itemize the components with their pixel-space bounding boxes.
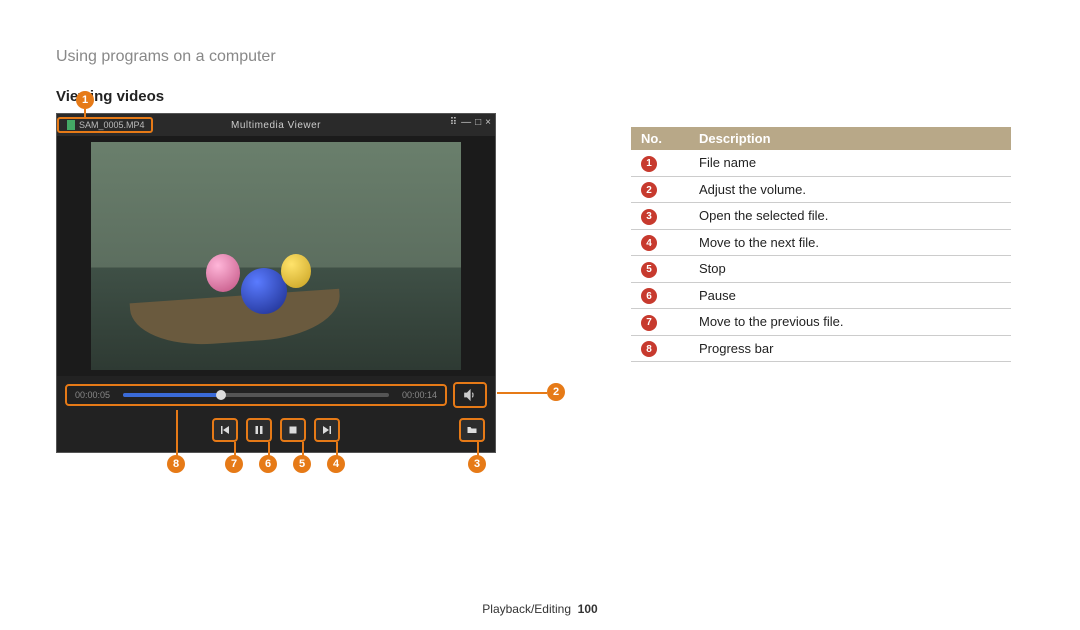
volume-button[interactable] xyxy=(453,382,487,408)
row-num: 8 xyxy=(641,341,657,357)
callout-1: 1 xyxy=(76,91,94,109)
leader xyxy=(302,442,304,456)
footer-section: Playback/Editing xyxy=(482,602,571,616)
row-num: 5 xyxy=(641,262,657,278)
pin-icon[interactable]: ⠿ xyxy=(450,117,457,128)
callout-2: 2 xyxy=(547,383,565,401)
row-num: 7 xyxy=(641,315,657,331)
row-num: 1 xyxy=(641,156,657,172)
file-name: SAM_0005.MP4 xyxy=(79,120,145,130)
pink-ball xyxy=(206,254,240,292)
row-desc: Progress bar xyxy=(689,335,1011,362)
prev-button[interactable] xyxy=(212,418,238,442)
callout-4: 4 xyxy=(327,455,345,473)
video-area xyxy=(57,136,495,376)
stop-button[interactable] xyxy=(280,418,306,442)
table-row: 1 File name xyxy=(631,150,1011,176)
open-file-button[interactable] xyxy=(459,418,485,442)
table-row: 8 Progress bar xyxy=(631,335,1011,362)
table-row: 4 Move to the next file. xyxy=(631,229,1011,256)
next-button[interactable] xyxy=(314,418,340,442)
close-icon[interactable]: × xyxy=(485,117,491,128)
table-row: 5 Stop xyxy=(631,256,1011,283)
titlebar: SAM_0005.MP4 Multimedia Viewer ⠿ — □ × xyxy=(57,114,495,136)
row-desc: Move to the previous file. xyxy=(689,309,1011,336)
file-name-chip: SAM_0005.MP4 xyxy=(57,117,153,133)
description-table: No. Description 1 File name 2 Adjust the v… xyxy=(631,127,1011,362)
row-desc: Open the selected file. xyxy=(689,203,1011,230)
row-num: 4 xyxy=(641,235,657,251)
video-player-window: SAM_0005.MP4 Multimedia Viewer ⠿ — □ × xyxy=(56,113,496,453)
col-no: No. xyxy=(631,127,689,150)
skip-previous-icon xyxy=(219,424,231,436)
yellow-ball xyxy=(281,254,311,288)
leader xyxy=(234,442,236,456)
row-desc: File name xyxy=(689,150,1011,176)
section-title: Viewing videos xyxy=(0,66,1080,113)
callout-3: 3 xyxy=(468,455,486,473)
total-time: 00:00:14 xyxy=(395,390,437,400)
leader xyxy=(176,410,178,456)
stop-icon xyxy=(287,424,299,436)
row-desc: Pause xyxy=(689,282,1011,309)
table-row: 2 Adjust the volume. xyxy=(631,176,1011,203)
skip-next-icon xyxy=(321,424,333,436)
file-icon xyxy=(67,120,75,130)
leader xyxy=(477,442,479,456)
speaker-icon xyxy=(463,388,477,402)
col-desc: Description xyxy=(689,127,1011,150)
row-desc: Adjust the volume. xyxy=(689,176,1011,203)
leader xyxy=(497,392,547,394)
breadcrumb: Using programs on a computer xyxy=(0,0,1080,66)
pause-button[interactable] xyxy=(246,418,272,442)
blue-ball xyxy=(241,268,287,314)
elapsed-time: 00:00:05 xyxy=(75,390,117,400)
maximize-icon[interactable]: □ xyxy=(475,117,481,128)
leader xyxy=(268,442,270,456)
row-num: 3 xyxy=(641,209,657,225)
boat-shape xyxy=(130,289,343,350)
table-row: 6 Pause xyxy=(631,282,1011,309)
minimize-icon[interactable]: — xyxy=(461,117,471,128)
video-frame xyxy=(91,142,461,370)
page-number: 100 xyxy=(578,602,598,616)
folder-icon xyxy=(465,424,479,436)
row-desc: Move to the next file. xyxy=(689,229,1011,256)
player-figure: 1 SAM_0005.MP4 Multimedia Viewer ⠿ — □ × xyxy=(56,113,526,453)
callout-6: 6 xyxy=(259,455,277,473)
row-num: 6 xyxy=(641,288,657,304)
leader xyxy=(84,109,86,118)
row-num: 2 xyxy=(641,182,657,198)
table-row: 7 Move to the previous file. xyxy=(631,309,1011,336)
table-row: 3 Open the selected file. xyxy=(631,203,1011,230)
page-footer: Playback/Editing 100 xyxy=(0,602,1080,616)
row-desc: Stop xyxy=(689,256,1011,283)
callout-8: 8 xyxy=(167,455,185,473)
leader xyxy=(336,442,338,456)
callout-5: 5 xyxy=(293,455,311,473)
progress-bar[interactable]: 00:00:05 00:00:14 xyxy=(65,384,447,406)
callout-7: 7 xyxy=(225,455,243,473)
seek-track[interactable] xyxy=(123,393,389,397)
pause-icon xyxy=(253,424,265,436)
